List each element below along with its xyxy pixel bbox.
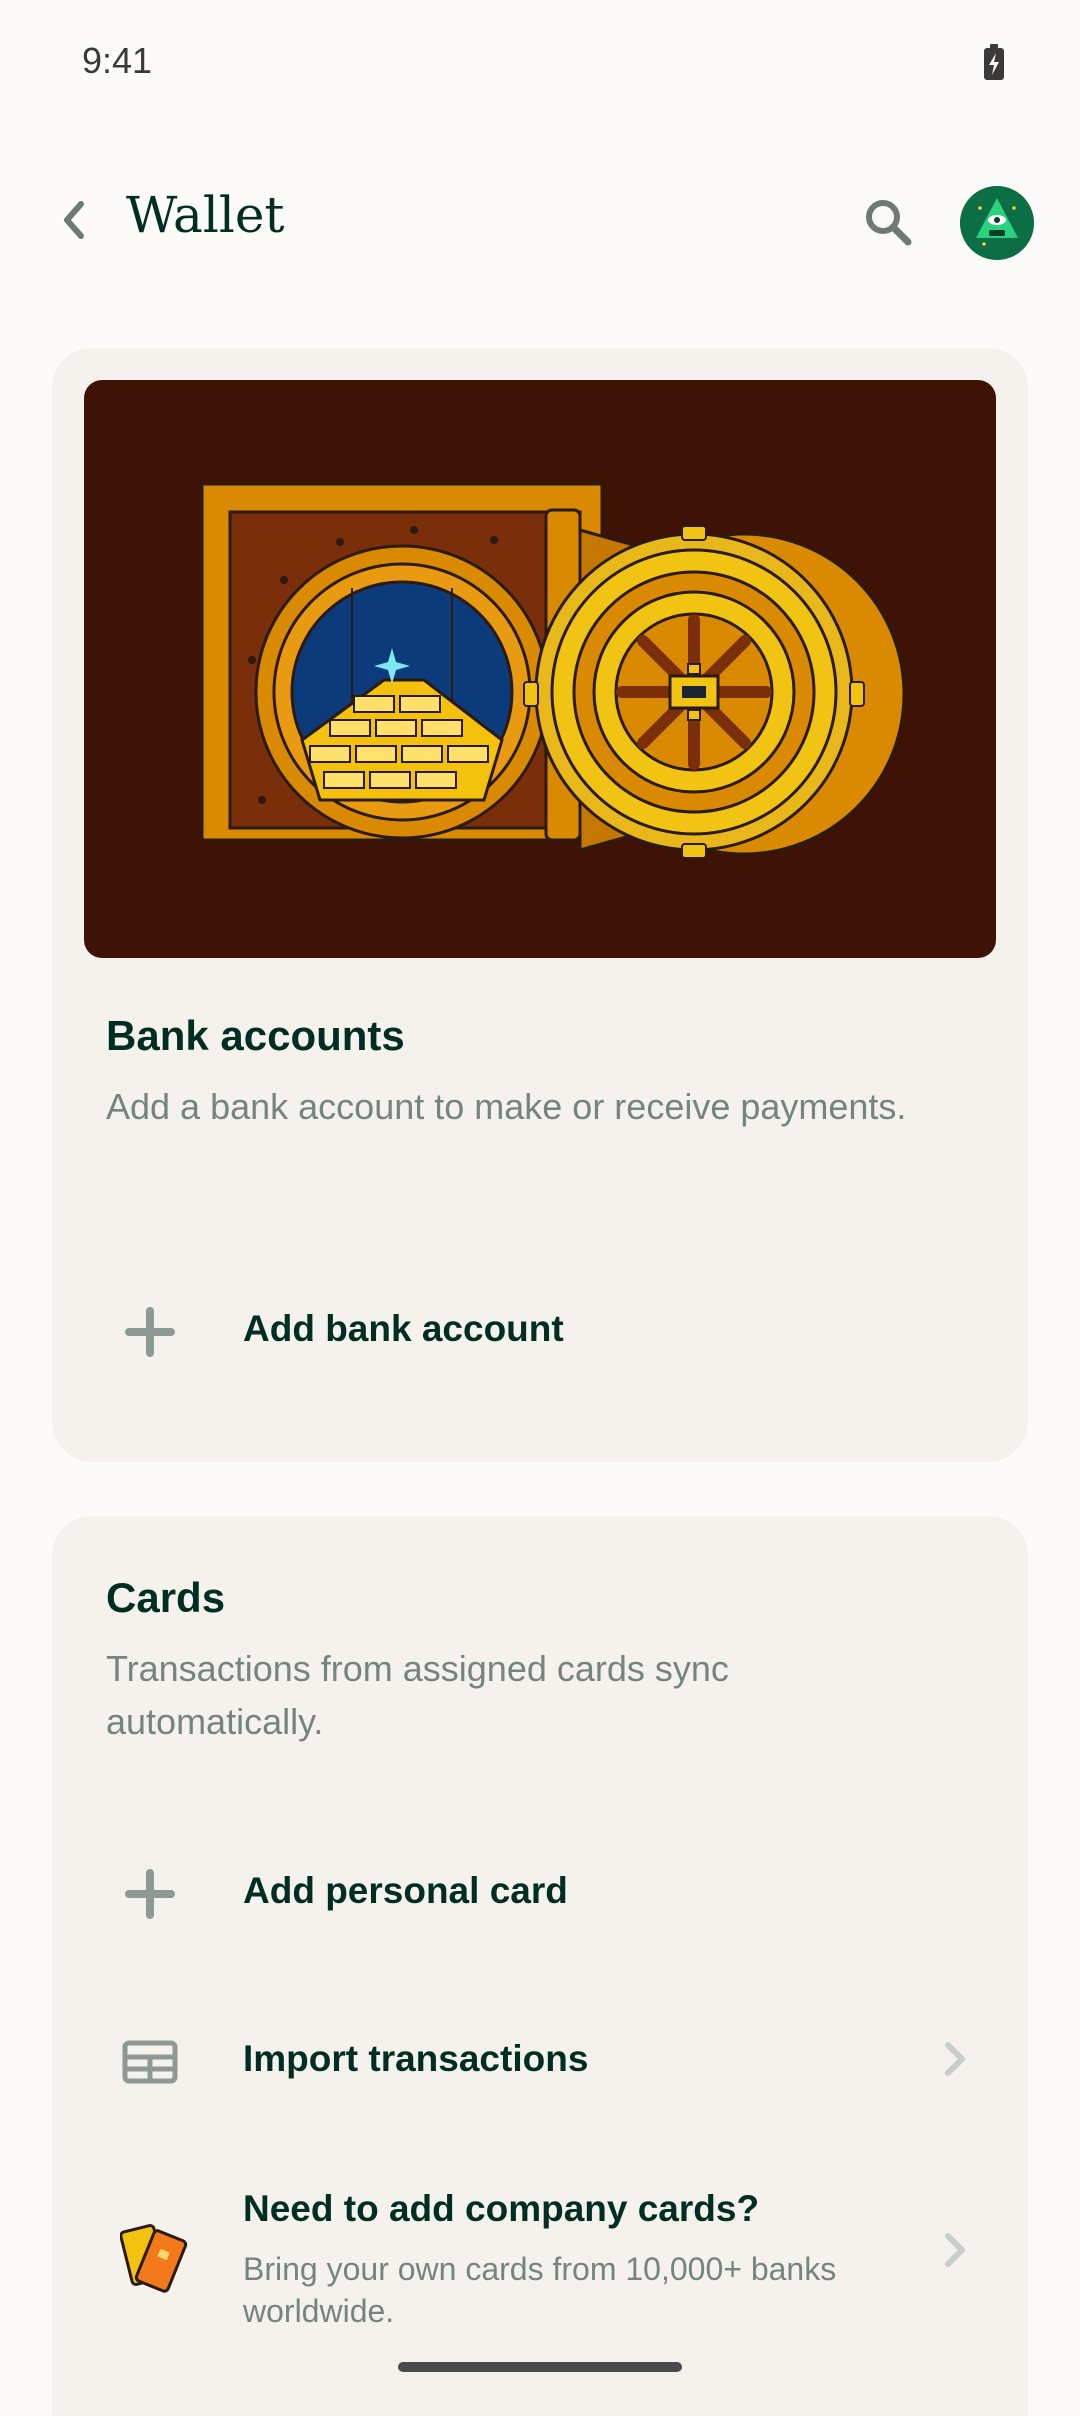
avatar[interactable] bbox=[960, 186, 1034, 260]
status-time: 9:41 bbox=[82, 40, 153, 81]
company-cards-subtitle: Bring your own cards from 10,000+ banks … bbox=[243, 2251, 837, 2329]
add-bank-account-label: Add bank account bbox=[243, 1308, 564, 1349]
cards-section: Cards Transactions from assigned cards s… bbox=[52, 1516, 1028, 2416]
import-transactions-label: Import transactions bbox=[243, 2038, 589, 2079]
add-personal-card-button[interactable]: Add personal card bbox=[52, 1826, 1028, 1956]
page-title: Wallet bbox=[126, 186, 285, 244]
cards-title: Cards bbox=[106, 1574, 226, 1621]
add-personal-card-label: Add personal card bbox=[243, 1870, 568, 1911]
back-button[interactable] bbox=[44, 190, 104, 250]
status-bar: 9:41 bbox=[0, 0, 1080, 125]
company-cards-title: Need to add company cards? bbox=[243, 2188, 760, 2229]
top-app-bar: Wallet bbox=[0, 160, 1080, 280]
import-transactions-button[interactable]: Import transactions bbox=[52, 1994, 1028, 2124]
bank-accounts-description: Add a bank account to make or receive pa… bbox=[106, 1086, 907, 1127]
credit-cards-icon bbox=[120, 2216, 200, 2296]
home-indicator[interactable] bbox=[398, 2362, 682, 2372]
chevron-right-icon bbox=[945, 2233, 965, 2267]
table-icon bbox=[122, 2034, 178, 2090]
back-arrow-icon bbox=[64, 201, 84, 239]
search-button[interactable] bbox=[856, 190, 920, 254]
plus-icon bbox=[122, 1866, 178, 1922]
battery-charging-icon bbox=[984, 44, 1004, 80]
bank-accounts-section: Bank accounts Add a bank account to make… bbox=[52, 348, 1028, 1462]
cards-description: Transactions from assigned cards sync au… bbox=[106, 1648, 729, 1742]
search-icon bbox=[866, 200, 912, 246]
avatar-illustration-icon bbox=[960, 186, 1034, 260]
bank-accounts-title: Bank accounts bbox=[106, 1012, 405, 1059]
chevron-right-icon bbox=[945, 2042, 965, 2076]
company-cards-button[interactable]: Need to add company cards? Bring your ow… bbox=[52, 2164, 1028, 2344]
plus-icon bbox=[122, 1304, 178, 1360]
vault-illustration bbox=[84, 380, 996, 958]
add-bank-account-button[interactable]: Add bank account bbox=[52, 1264, 1028, 1394]
vault-graphic bbox=[200, 482, 906, 859]
